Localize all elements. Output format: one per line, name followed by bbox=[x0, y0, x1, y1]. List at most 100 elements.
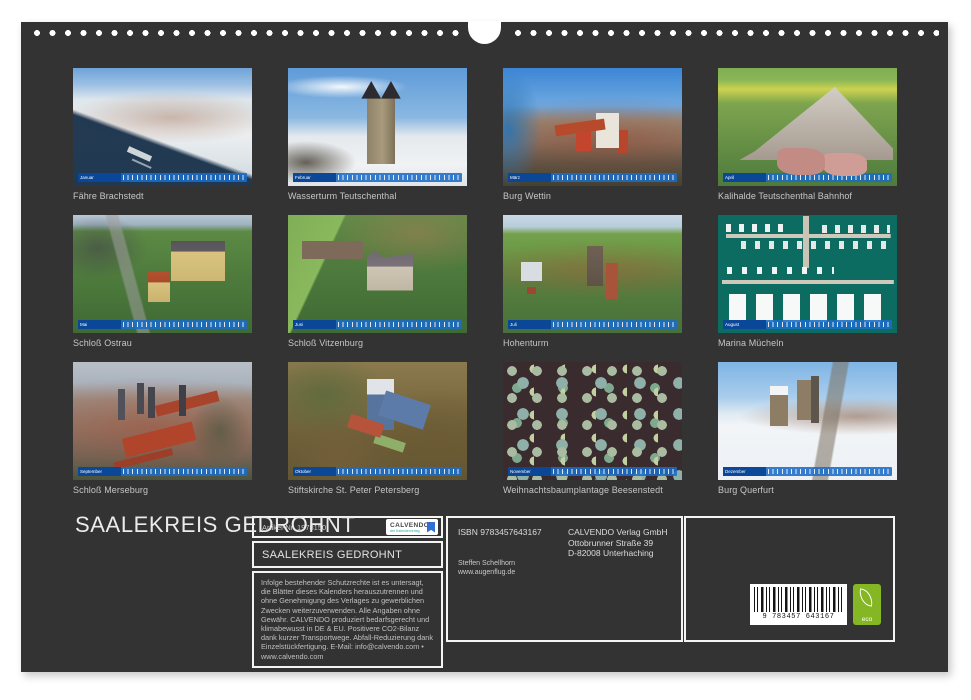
thumbnail-caption: Weihnachtsbaumplantage Beesenstedt bbox=[503, 485, 682, 496]
calendar-days-strip: November bbox=[508, 467, 677, 476]
month-label: Juni bbox=[293, 320, 336, 329]
photo-stiftskirche-petersberg: Oktober bbox=[288, 362, 467, 480]
publisher-address: CALVENDO Verlag GmbH Ottobrunner Straße … bbox=[568, 527, 671, 631]
eco-label: eco bbox=[853, 616, 881, 623]
author-credit: Steffen Schellhorn www.augenflug.de bbox=[458, 559, 558, 577]
photo-kalihalde-teutschenthal: April bbox=[718, 68, 897, 186]
calendar-days-strip: August bbox=[723, 320, 892, 329]
day-numbers bbox=[338, 322, 460, 327]
month-label: August bbox=[723, 320, 766, 329]
month-tile-october: Oktober Stiftskirche St. Peter Petersber… bbox=[288, 362, 467, 495]
photo-faehre-brachstedt: Januar bbox=[73, 68, 252, 186]
day-numbers bbox=[123, 469, 245, 474]
hanger-notch bbox=[468, 21, 501, 44]
month-tile-july: Juli Hohenturm bbox=[503, 215, 682, 348]
month-label: Januar bbox=[78, 173, 121, 182]
barcode-box: 9 783457 643167 eco bbox=[684, 516, 895, 642]
publisher-info-box: ISBN 9783457643167 Steffen Schellhorn ww… bbox=[446, 516, 683, 642]
thumbnail-caption: Burg Querfurt bbox=[718, 485, 897, 496]
day-numbers bbox=[553, 469, 675, 474]
author-name: Steffen Schellhorn bbox=[458, 559, 558, 568]
month-tile-january: Januar Fähre Brachstedt bbox=[73, 68, 252, 201]
calendar-days-strip: März bbox=[508, 173, 677, 182]
month-tile-december: Dezember Burg Querfurt bbox=[718, 362, 897, 495]
isbn-author-column: ISBN 9783457643167 Steffen Schellhorn ww… bbox=[458, 527, 558, 631]
photo-burg-wettin: März bbox=[503, 68, 682, 186]
month-tile-may: Mai Schloß Ostrau bbox=[73, 215, 252, 348]
photo-wasserturm-teutschenthal: Februar bbox=[288, 68, 467, 186]
calvendo-logo: CALVENDO der Kalenderverlag bbox=[386, 519, 438, 535]
title-box: SAALEKREIS GEDROHNT bbox=[252, 541, 443, 568]
month-tile-august: August Marina Mücheln bbox=[718, 215, 897, 348]
month-tile-april: April Kalihalde Teutschenthal Bahnhof bbox=[718, 68, 897, 201]
thumbnail-caption: Fähre Brachstedt bbox=[73, 191, 252, 202]
calendar-days-strip: Januar bbox=[78, 173, 247, 182]
publisher-street: Ottobrunner Straße 39 bbox=[568, 538, 671, 549]
thumbnail-caption: Wasserturm Teutschenthal bbox=[288, 191, 467, 202]
month-thumbnails-grid: Januar Fähre Brachstedt Februar Wassertu… bbox=[73, 68, 897, 495]
day-numbers bbox=[553, 322, 675, 327]
month-label: September bbox=[78, 467, 121, 476]
month-label: Juli bbox=[508, 320, 551, 329]
month-label: November bbox=[508, 467, 551, 476]
thumbnail-caption: Schloß Ostrau bbox=[73, 338, 252, 349]
calendar-days-strip: Mai bbox=[78, 320, 247, 329]
day-numbers bbox=[768, 469, 890, 474]
photo-hohenturm: Juli bbox=[503, 215, 682, 333]
spiral-binding-holes-right bbox=[511, 28, 939, 38]
month-label: Februar bbox=[293, 173, 336, 182]
day-numbers bbox=[768, 322, 890, 327]
month-tile-november: November Weihnachtsbaumplantage Beesenst… bbox=[503, 362, 682, 495]
photo-weihnachtsbaumplantage: November bbox=[503, 362, 682, 480]
calendar-days-strip: September bbox=[78, 467, 247, 476]
thumbnail-caption: Kalihalde Teutschenthal Bahnhof bbox=[718, 191, 897, 202]
calendar-days-strip: Juli bbox=[508, 320, 677, 329]
publisher-city: D-82008 Unterhaching bbox=[568, 548, 671, 559]
day-numbers bbox=[768, 175, 890, 180]
photo-burg-querfurt: Dezember bbox=[718, 362, 897, 480]
calendar-back-panel: Januar Fähre Brachstedt Februar Wassertu… bbox=[21, 22, 948, 672]
legal-text: Infolge bestehender Schutzrechte ist es … bbox=[261, 578, 434, 661]
thumbnail-caption: Marina Mücheln bbox=[718, 338, 897, 349]
legal-text-box: Infolge bestehender Schutzrechte ist es … bbox=[252, 571, 443, 668]
month-tile-march: März Burg Wettin bbox=[503, 68, 682, 201]
photo-schloss-ostrau: Mai bbox=[73, 215, 252, 333]
isbn-number: ISBN 9783457643167 bbox=[458, 527, 558, 537]
day-numbers bbox=[553, 175, 675, 180]
thumbnail-caption: Burg Wettin bbox=[503, 191, 682, 202]
month-tile-june: Juni Schloß Vitzenburg bbox=[288, 215, 467, 348]
thumbnail-caption: Schloß Vitzenburg bbox=[288, 338, 467, 349]
spiral-binding-holes-left bbox=[30, 28, 462, 38]
month-label: April bbox=[723, 173, 766, 182]
month-tile-february: Februar Wasserturm Teutschenthal bbox=[288, 68, 467, 201]
calendar-days-strip: Februar bbox=[293, 173, 462, 182]
ean-barcode: 9 783457 643167 bbox=[750, 584, 847, 625]
calendar-days-strip: Oktober bbox=[293, 467, 462, 476]
month-label: Oktober bbox=[293, 467, 336, 476]
leaf-icon bbox=[858, 588, 874, 606]
month-label: März bbox=[508, 173, 551, 182]
month-label: Dezember bbox=[723, 467, 766, 476]
publisher-name: CALVENDO Verlag GmbH bbox=[568, 527, 671, 538]
calendar-title: SAALEKREIS GEDROHNT bbox=[75, 512, 355, 538]
product-info-group: Artikel-Nr. 1978150 CALVENDO der Kalende… bbox=[252, 516, 443, 668]
eco-badge: eco bbox=[853, 584, 881, 625]
photo-marina-muecheln: August bbox=[718, 215, 897, 333]
day-numbers bbox=[338, 175, 460, 180]
photo-schloss-vitzenburg: Juni bbox=[288, 215, 467, 333]
calendar-days-strip: April bbox=[723, 173, 892, 182]
month-tile-september: September Schloß Merseburg bbox=[73, 362, 252, 495]
author-website: www.augenflug.de bbox=[458, 568, 558, 577]
day-numbers bbox=[338, 469, 460, 474]
photo-schloss-merseburg: September bbox=[73, 362, 252, 480]
thumbnail-caption: Stiftskirche St. Peter Petersberg bbox=[288, 485, 467, 496]
calendar-days-strip: Dezember bbox=[723, 467, 892, 476]
month-label: Mai bbox=[78, 320, 121, 329]
barcode-digits: 9 783457 643167 bbox=[754, 613, 843, 621]
thumbnail-caption: Schloß Merseburg bbox=[73, 485, 252, 496]
day-numbers bbox=[123, 175, 245, 180]
calendar-days-strip: Juni bbox=[293, 320, 462, 329]
barcode-bars bbox=[754, 587, 843, 612]
day-numbers bbox=[123, 322, 245, 327]
thumbnail-caption: Hohenturm bbox=[503, 338, 682, 349]
